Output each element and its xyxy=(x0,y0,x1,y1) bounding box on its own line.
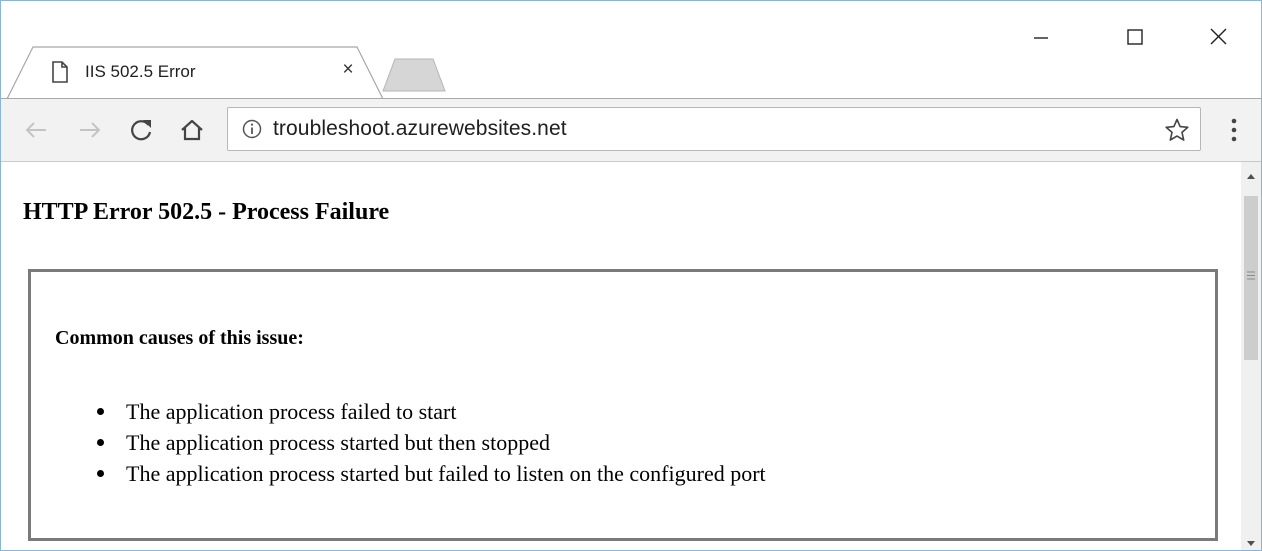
more-vert-icon[interactable] xyxy=(1221,113,1247,147)
page-viewport: HTTP Error 502.5 - Process Failure Commo… xyxy=(1,162,1241,550)
scroll-down-arrow-icon[interactable] xyxy=(1241,534,1261,551)
grip-icon xyxy=(1247,271,1255,280)
browser-toolbar: troubleshoot.azurewebsites.net xyxy=(1,99,1261,162)
bullet-icon xyxy=(97,439,104,446)
list-item-text: The application process started but fail… xyxy=(126,461,766,486)
back-arrow-icon[interactable] xyxy=(19,113,53,147)
bullet-icon xyxy=(97,470,104,477)
tab-close-button[interactable]: × xyxy=(338,59,358,81)
tab-title: IIS 502.5 Error xyxy=(85,62,196,81)
page-icon xyxy=(52,61,68,83)
causes-heading: Common causes of this issue: xyxy=(55,327,304,349)
list-item-text: The application process started but then… xyxy=(126,430,550,455)
causes-list: The application process failed to start … xyxy=(93,396,766,489)
reload-icon[interactable] xyxy=(124,113,158,147)
minimize-icon[interactable] xyxy=(1018,21,1064,53)
tab-active[interactable]: IIS 502.5 Error × xyxy=(51,53,363,95)
new-tab-button[interactable] xyxy=(381,57,449,93)
page-title: HTTP Error 502.5 - Process Failure xyxy=(23,199,390,225)
tab-strip: IIS 502.5 Error × xyxy=(1,1,1261,100)
list-item: The application process started but then… xyxy=(93,427,766,458)
star-icon[interactable] xyxy=(1164,117,1190,143)
home-icon[interactable] xyxy=(175,113,209,147)
maximize-icon[interactable] xyxy=(1111,21,1157,53)
vertical-scrollbar[interactable] xyxy=(1241,162,1261,551)
url-text[interactable]: troubleshoot.azurewebsites.net xyxy=(273,117,567,141)
list-item: The application process failed to start xyxy=(93,396,766,427)
scrollbar-thumb[interactable] xyxy=(1244,196,1258,360)
list-item: The application process started but fail… xyxy=(93,458,766,489)
forward-arrow-icon[interactable] xyxy=(73,113,107,147)
info-icon[interactable] xyxy=(242,119,262,139)
causes-box: Common causes of this issue: The applica… xyxy=(28,269,1218,541)
address-bar[interactable]: troubleshoot.azurewebsites.net xyxy=(227,107,1201,151)
bullet-icon xyxy=(97,408,104,415)
list-item-text: The application process failed to start xyxy=(126,399,457,424)
close-icon[interactable] xyxy=(1196,21,1242,53)
browser-window: IIS 502.5 Error × troubleshoot.azurewebs… xyxy=(0,0,1262,551)
scroll-up-arrow-icon[interactable] xyxy=(1241,168,1261,186)
